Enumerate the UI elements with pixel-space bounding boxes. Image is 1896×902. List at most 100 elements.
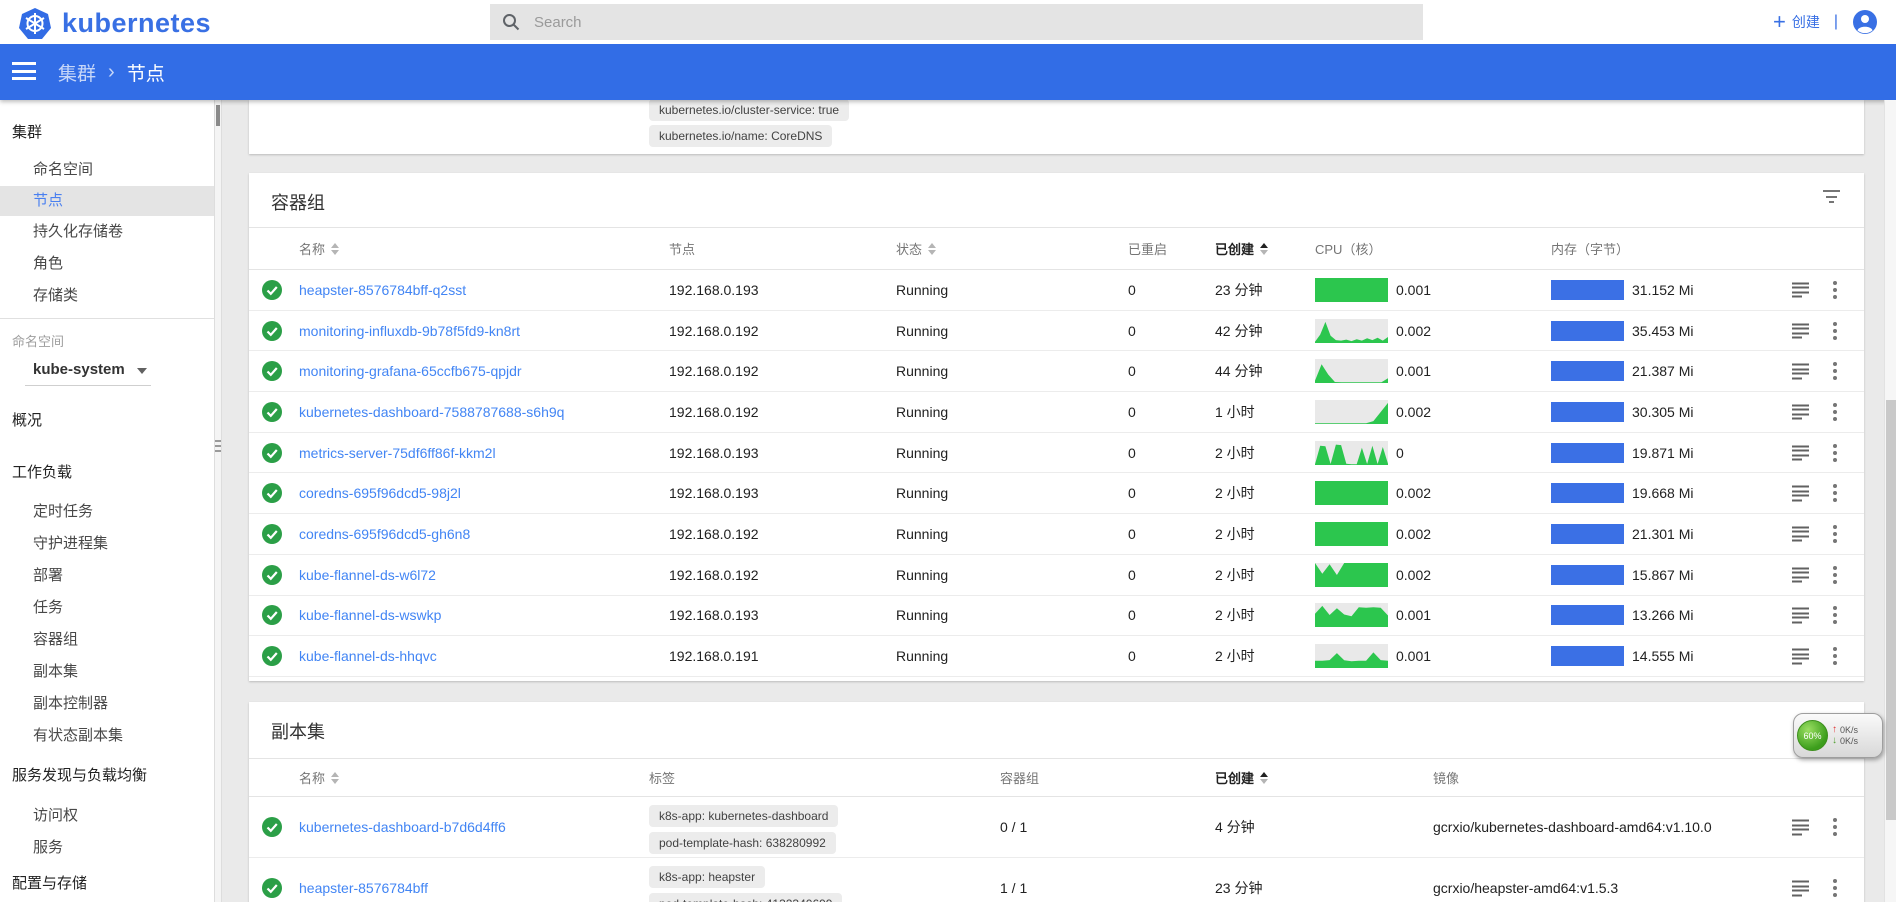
pod-name-link[interactable]: coredns-695f96dcd5-gh6n8 bbox=[299, 526, 470, 542]
kubernetes-dashboard: kubernetes + 创建 | 集群 › bbox=[0, 0, 1896, 902]
sidebar-item-3[interactable]: 任务 bbox=[0, 592, 214, 624]
sidebar-section-config[interactable]: 配置与存储 bbox=[12, 872, 214, 896]
logs-icon[interactable] bbox=[1792, 445, 1810, 460]
kebab-menu-icon[interactable] bbox=[1833, 281, 1837, 299]
filter-icon[interactable] bbox=[1823, 190, 1842, 205]
pod-name-link[interactable]: heapster-8576784bff-q2sst bbox=[299, 282, 466, 298]
pod-name-link[interactable]: monitoring-grafana-65ccfb675-qpjdr bbox=[299, 363, 522, 379]
kebab-menu-icon[interactable] bbox=[1833, 525, 1837, 543]
sidebar-item-0[interactable]: 命名空间 bbox=[0, 154, 214, 186]
sidebar-section-cluster[interactable]: 集群 bbox=[12, 122, 214, 144]
search-bar[interactable] bbox=[490, 4, 1423, 40]
logs-icon[interactable] bbox=[1792, 608, 1810, 623]
memory-bar-chart bbox=[1551, 402, 1624, 422]
kubernetes-logo[interactable]: kubernetes bbox=[18, 7, 211, 40]
kebab-menu-icon[interactable] bbox=[1833, 566, 1837, 584]
logs-icon[interactable] bbox=[1792, 282, 1810, 297]
memory-bar-chart bbox=[1551, 361, 1624, 381]
search-input[interactable] bbox=[534, 14, 1374, 31]
breadcrumb: 集群 › 节点 bbox=[58, 59, 165, 86]
sidebar-item-1[interactable]: 守护进程集 bbox=[0, 528, 214, 560]
sidebar-item-0[interactable]: 定时任务 bbox=[0, 496, 214, 528]
cpu-sparkline-chart bbox=[1315, 603, 1388, 627]
sidebar-item-1[interactable]: 节点 bbox=[0, 186, 214, 216]
memory-bar-chart bbox=[1551, 524, 1624, 544]
column-header-created[interactable]: 已创建 bbox=[1215, 759, 1268, 796]
kebab-menu-icon[interactable] bbox=[1833, 647, 1837, 665]
page-scrollbar-thumb[interactable] bbox=[1886, 400, 1896, 820]
kebab-menu-icon[interactable] bbox=[1833, 444, 1837, 462]
logs-icon[interactable] bbox=[1792, 526, 1810, 541]
top-header: kubernetes + 创建 | bbox=[0, 0, 1896, 44]
column-header-cpu: CPU（核） bbox=[1315, 228, 1381, 269]
sidebar-item-6[interactable]: 副本控制器 bbox=[0, 688, 214, 720]
sidebar-item-3[interactable]: 角色 bbox=[0, 248, 214, 280]
replicasets-card: 副本集 名称 标签 容器组 已创建 镜像 kubernetes-dashboar… bbox=[249, 702, 1864, 902]
replicaset-name-link[interactable]: heapster-8576784bff bbox=[299, 880, 428, 896]
logs-icon[interactable] bbox=[1792, 567, 1810, 582]
breadcrumb-cluster-link[interactable]: 集群 bbox=[58, 59, 96, 86]
create-button[interactable]: + 创建 bbox=[1773, 9, 1820, 35]
logs-icon[interactable] bbox=[1792, 404, 1810, 419]
pod-created: 44 分钟 bbox=[1215, 361, 1262, 381]
kebab-menu-icon[interactable] bbox=[1833, 606, 1837, 624]
pod-name-link[interactable]: kube-flannel-ds-w6l72 bbox=[299, 567, 436, 583]
sidebar-item-7[interactable]: 有状态副本集 bbox=[0, 720, 214, 752]
namespace-select[interactable]: kube-system bbox=[25, 361, 151, 386]
sidebar-item-overview[interactable]: 概况 bbox=[12, 410, 214, 432]
sidebar-section-discovery[interactable]: 服务发现与负载均衡 bbox=[12, 764, 214, 788]
replicasets-card-title: 副本集 bbox=[271, 718, 325, 744]
menu-icon[interactable] bbox=[12, 62, 36, 82]
pod-restarts: 0 bbox=[1128, 567, 1136, 583]
pod-table-row: kube-flannel-ds-wswkp 192.168.0.193 Runn… bbox=[249, 596, 1864, 637]
kebab-menu-icon[interactable] bbox=[1833, 484, 1837, 502]
pod-name-link[interactable]: coredns-695f96dcd5-98j2l bbox=[299, 485, 461, 501]
cpu-sparkline-chart bbox=[1315, 441, 1388, 465]
pod-name-link[interactable]: kube-flannel-ds-wswkp bbox=[299, 607, 441, 623]
sidebar-scrollbar-thumb[interactable] bbox=[216, 105, 220, 126]
pods-table-header: 名称 节点 状态 已重启 已创建 CPU（核） 内存（字节） bbox=[249, 227, 1864, 270]
sidebar-item-2[interactable]: 持久化存储卷 bbox=[0, 216, 214, 248]
sidebar-item-2[interactable]: 部署 bbox=[0, 560, 214, 592]
logs-icon[interactable] bbox=[1792, 820, 1810, 835]
logs-icon[interactable] bbox=[1792, 364, 1810, 379]
column-header-memory: 内存（字节） bbox=[1551, 228, 1629, 269]
replicaset-name-link[interactable]: kubernetes-dashboard-b7d6d4ff6 bbox=[299, 819, 506, 835]
kebab-menu-icon[interactable] bbox=[1833, 322, 1837, 340]
logs-icon[interactable] bbox=[1792, 323, 1810, 338]
account-icon[interactable] bbox=[1852, 9, 1878, 35]
cpu-value: 0.001 bbox=[1396, 282, 1431, 298]
logs-icon[interactable] bbox=[1792, 881, 1810, 896]
column-header-created[interactable]: 已创建 bbox=[1215, 228, 1268, 269]
memory-bar-chart bbox=[1551, 565, 1624, 585]
sidebar-item-1[interactable]: 服务 bbox=[0, 832, 214, 864]
pod-name-link[interactable]: kubernetes-dashboard-7588787688-s6h9q bbox=[299, 404, 564, 420]
kebab-menu-icon[interactable] bbox=[1833, 403, 1837, 421]
logs-icon[interactable] bbox=[1792, 649, 1810, 664]
sidebar-item-5[interactable]: 副本集 bbox=[0, 656, 214, 688]
column-header-name[interactable]: 名称 bbox=[299, 759, 339, 796]
pod-name-link[interactable]: metrics-server-75df6ff86f-kkm2l bbox=[299, 445, 496, 461]
pod-name-link[interactable]: kube-flannel-ds-hhqvc bbox=[299, 648, 437, 664]
memory-value: 13.266 Mi bbox=[1632, 607, 1693, 623]
column-header-status[interactable]: 状态 bbox=[896, 228, 936, 269]
sidebar-scrollbar[interactable] bbox=[214, 100, 222, 902]
kebab-menu-icon[interactable] bbox=[1833, 818, 1837, 836]
kubernetes-logo-icon bbox=[18, 7, 52, 40]
network-monitor-widget[interactable]: 60% ↑0K/s ↓0K/s bbox=[1793, 713, 1883, 758]
logs-icon[interactable] bbox=[1792, 486, 1810, 501]
pod-restarts: 0 bbox=[1128, 323, 1136, 339]
plus-icon: + bbox=[1773, 9, 1786, 35]
sidebar-section-workloads[interactable]: 工作负载 bbox=[12, 462, 214, 484]
page-scrollbar[interactable] bbox=[1884, 100, 1896, 902]
column-header-name[interactable]: 名称 bbox=[299, 228, 339, 269]
kebab-menu-icon[interactable] bbox=[1833, 362, 1837, 380]
sidebar-resize-grip[interactable] bbox=[215, 440, 221, 462]
sidebar-item-4[interactable]: 存储类 bbox=[0, 280, 214, 312]
cpu-sparkline-chart bbox=[1315, 359, 1388, 383]
sidebar-item-4[interactable]: 容器组 bbox=[0, 624, 214, 656]
pod-name-link[interactable]: monitoring-influxdb-9b78f5fd9-kn8rt bbox=[299, 323, 520, 339]
kebab-menu-icon[interactable] bbox=[1833, 879, 1837, 897]
upload-arrow-icon: ↑ bbox=[1832, 725, 1837, 735]
sidebar-item-0[interactable]: 访问权 bbox=[0, 800, 214, 832]
